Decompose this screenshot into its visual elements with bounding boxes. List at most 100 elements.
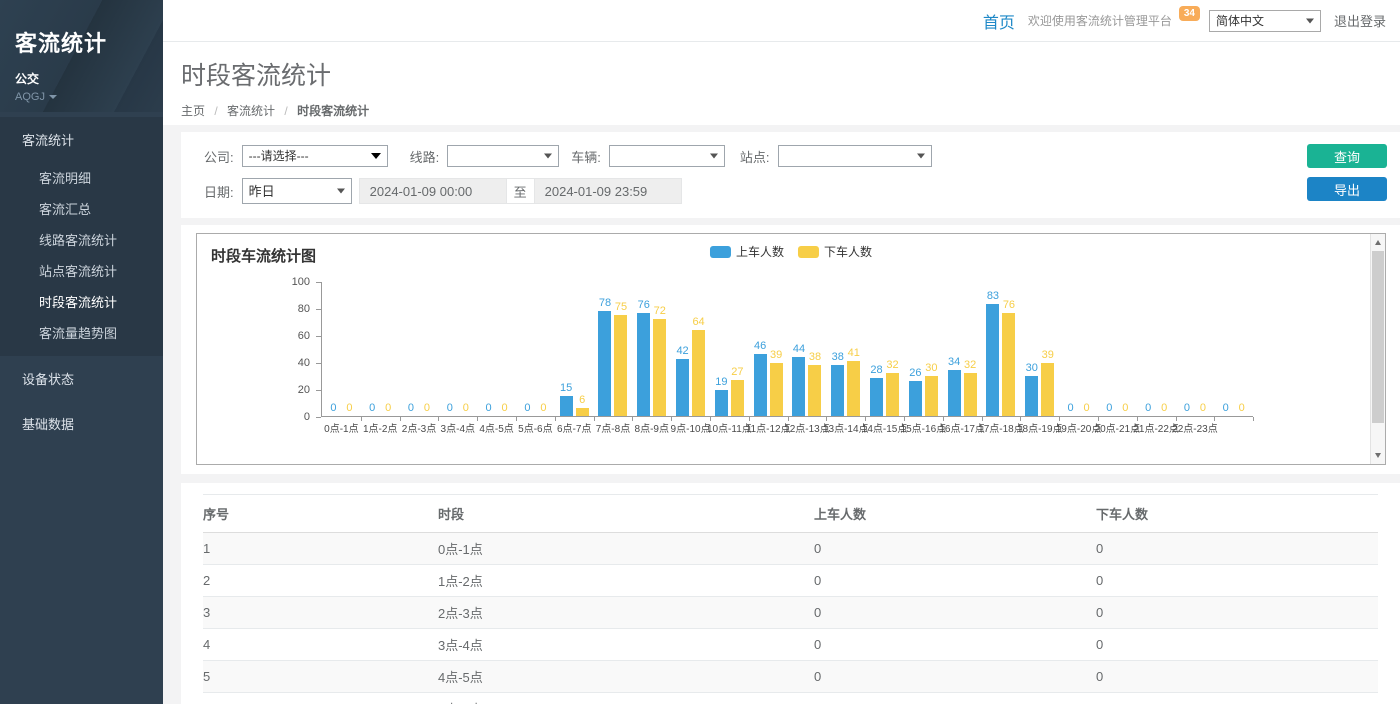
sidebar-subitem-时段客流统计[interactable]: 时段客流统计 bbox=[0, 286, 163, 317]
line-select[interactable] bbox=[447, 145, 559, 167]
export-button[interactable]: 导出 bbox=[1307, 177, 1387, 201]
bar-column: 0 bbox=[382, 281, 395, 416]
breadcrumb-current: 时段客流统计 bbox=[297, 104, 369, 118]
bar-下车人数 bbox=[925, 376, 938, 417]
bar-group-20点-21点: 0020点-21点 bbox=[1098, 281, 1137, 416]
bar-value-label: 6 bbox=[579, 394, 585, 406]
bar-上车人数 bbox=[870, 378, 883, 416]
breadcrumb-parent[interactable]: 客流统计 bbox=[227, 104, 275, 118]
notification-badge[interactable]: 34 bbox=[1179, 6, 1200, 21]
sidebar-subitem-线路客流统计[interactable]: 线路客流统计 bbox=[0, 224, 163, 255]
table-header-row: 序号时段上车人数下车人数 bbox=[203, 495, 1378, 533]
menu-section: 基础数据 bbox=[0, 401, 163, 446]
home-link[interactable]: 首页 bbox=[983, 9, 1015, 33]
bar-group-21点-22点: 0021点-22点 bbox=[1137, 281, 1176, 416]
scroll-up-icon[interactable] bbox=[1371, 235, 1385, 250]
bar-value-label: 46 bbox=[754, 340, 766, 352]
table-cell: 4点-5点 bbox=[438, 661, 814, 693]
x-tick-label: 5点-6点 bbox=[518, 420, 552, 435]
x-tick-label: 0点-1点 bbox=[324, 420, 358, 435]
sidebar-subitem-客流量趋势图[interactable]: 客流量趋势图 bbox=[0, 317, 163, 348]
bar-group-4点-5点: 004点-5点 bbox=[477, 281, 516, 416]
table-cell: 0点-1点 bbox=[438, 533, 814, 565]
vehicle-select[interactable] bbox=[609, 145, 725, 167]
bar-下车人数 bbox=[1002, 313, 1015, 416]
table-row: 21点-2点00 bbox=[203, 565, 1378, 597]
language-select[interactable]: 简体中文 bbox=[1209, 10, 1321, 32]
bar-group-13点-14点: 384113点-14点 bbox=[826, 281, 865, 416]
table-header-序号: 序号 bbox=[203, 495, 438, 533]
bar-下车人数 bbox=[576, 408, 589, 416]
bar-value-label: 0 bbox=[1161, 402, 1167, 414]
bar-下车人数 bbox=[808, 365, 821, 416]
bar-value-label: 39 bbox=[1042, 349, 1054, 361]
menu-section: 客流统计客流明细客流汇总线路客流统计站点客流统计时段客流统计客流量趋势图 bbox=[0, 117, 163, 356]
chart-legend: 上车人数下车人数 bbox=[710, 243, 872, 260]
bar-column: 32 bbox=[886, 281, 899, 416]
sidebar-subitem-客流明细[interactable]: 客流明细 bbox=[0, 162, 163, 193]
x-tick-label: 4点-5点 bbox=[479, 420, 513, 435]
bar-column: 0 bbox=[482, 281, 495, 416]
line-select-wrap bbox=[447, 145, 559, 167]
query-button[interactable]: 查询 bbox=[1307, 144, 1387, 168]
bar-value-label: 28 bbox=[870, 364, 882, 376]
table-head: 序号时段上车人数下车人数 bbox=[203, 495, 1378, 533]
company-select[interactable]: ---请选择--- bbox=[242, 145, 388, 167]
sidebar-item-客流统计[interactable]: 客流统计 bbox=[0, 117, 163, 162]
table-row: 43点-4点00 bbox=[203, 629, 1378, 661]
breadcrumb-home[interactable]: 主页 bbox=[181, 104, 205, 118]
sidebar-item-基础数据[interactable]: 基础数据 bbox=[0, 401, 163, 446]
x-tick-label: 3点-4点 bbox=[441, 420, 475, 435]
bar-value-label: 75 bbox=[615, 301, 627, 313]
table-row: 32点-3点00 bbox=[203, 597, 1378, 629]
bar-column: 0 bbox=[443, 281, 456, 416]
sidebar-item-设备状态[interactable]: 设备状态 bbox=[0, 356, 163, 401]
scroll-down-icon[interactable] bbox=[1371, 448, 1385, 463]
date-preset-select[interactable]: 昨日 bbox=[242, 178, 352, 204]
bar-column: 0 bbox=[343, 281, 356, 416]
bar-value-label: 0 bbox=[408, 402, 414, 414]
y-tick-label: 100 bbox=[292, 276, 310, 289]
table-cell: 0 bbox=[1096, 533, 1378, 565]
app-title: 客流统计 bbox=[15, 26, 163, 58]
bar-value-label: 0 bbox=[385, 402, 391, 414]
bar-value-label: 0 bbox=[1145, 402, 1151, 414]
table-cell: 3点-4点 bbox=[438, 629, 814, 661]
table-header-下车人数: 下车人数 bbox=[1096, 495, 1378, 533]
org-code-dropdown[interactable]: AQGJ bbox=[15, 91, 163, 103]
bar-column: 0 bbox=[1158, 281, 1171, 416]
sidebar-subitem-客流汇总[interactable]: 客流汇总 bbox=[0, 193, 163, 224]
table-cell: 0 bbox=[1096, 693, 1378, 704]
bar-group-12点-13点: 443812点-13点 bbox=[788, 281, 827, 416]
bar-column: 28 bbox=[870, 281, 883, 416]
legend-item-下车人数[interactable]: 下车人数 bbox=[798, 243, 872, 260]
date-start-input[interactable] bbox=[359, 178, 507, 204]
bar-column: 0 bbox=[366, 281, 379, 416]
scrollbar-thumb[interactable] bbox=[1372, 251, 1384, 423]
page-title: 时段客流统计 bbox=[181, 56, 1400, 92]
bar-column: 83 bbox=[986, 281, 999, 416]
station-select[interactable] bbox=[778, 145, 932, 167]
filter-panel: 公司: ---请选择--- 线路: 车辆: 站点: bbox=[181, 132, 1400, 218]
sidebar-subitem-站点客流统计[interactable]: 站点客流统计 bbox=[0, 255, 163, 286]
bar-column: 0 bbox=[1142, 281, 1155, 416]
bar-column: 64 bbox=[692, 281, 705, 416]
table-cell: 4 bbox=[203, 629, 438, 661]
table-cell: 1 bbox=[203, 533, 438, 565]
bar-column: 39 bbox=[770, 281, 783, 416]
bar-column: 38 bbox=[808, 281, 821, 416]
bar-上车人数 bbox=[560, 396, 573, 416]
bar-value-label: 0 bbox=[369, 402, 375, 414]
bar-column: 0 bbox=[404, 281, 417, 416]
bar-column: 30 bbox=[925, 281, 938, 416]
table-cell: 5点-6点 bbox=[438, 693, 814, 704]
bar-上车人数 bbox=[909, 381, 922, 416]
breadcrumb-separator: / bbox=[214, 104, 217, 118]
bar-group-10点-11点: 192710点-11点 bbox=[710, 281, 749, 416]
bar-column: 78 bbox=[598, 281, 611, 416]
date-end-input[interactable] bbox=[534, 178, 682, 204]
legend-item-上车人数[interactable]: 上车人数 bbox=[710, 243, 784, 260]
logout-link[interactable]: 退出登录 bbox=[1334, 11, 1386, 30]
y-tick-label: 20 bbox=[298, 384, 310, 397]
chart-scrollbar[interactable] bbox=[1370, 234, 1385, 464]
